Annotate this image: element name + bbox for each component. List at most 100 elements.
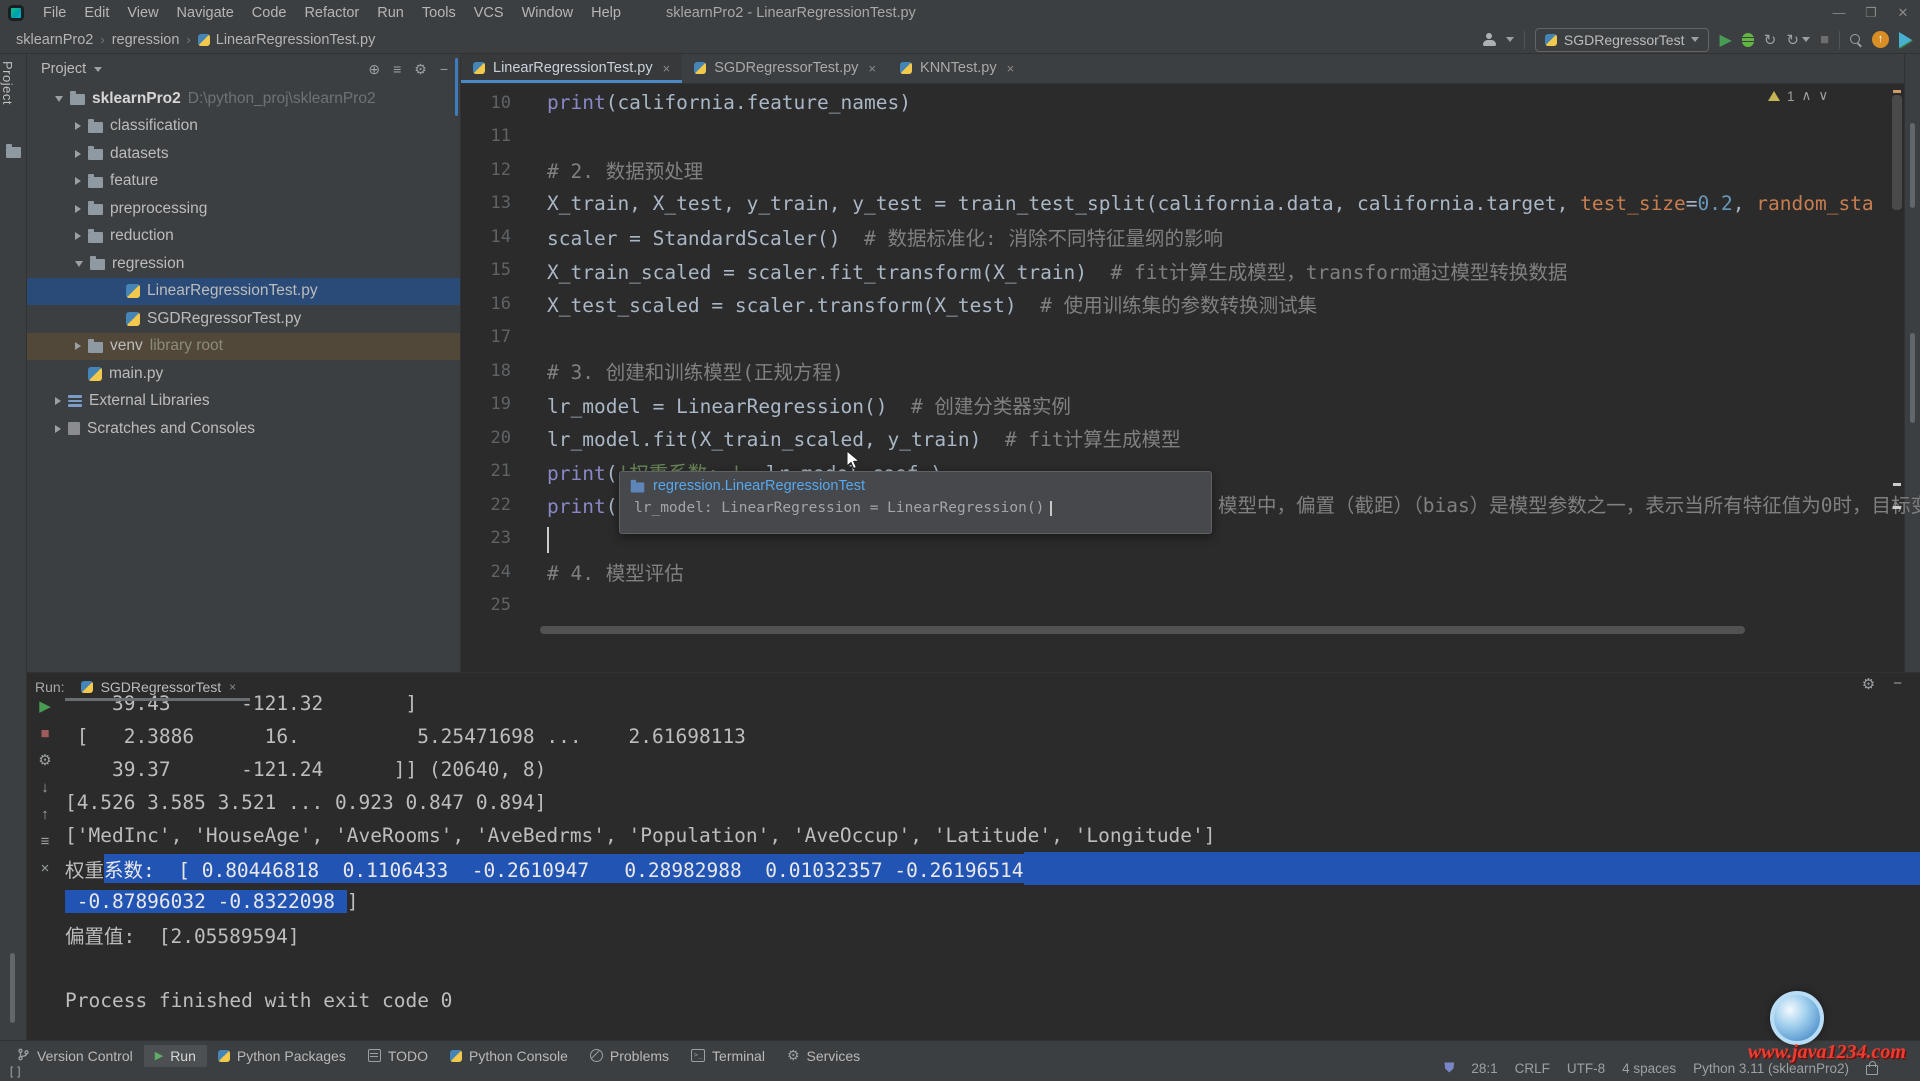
stop-icon[interactable]: ■: [40, 726, 49, 742]
lock-icon[interactable]: [1866, 1065, 1878, 1075]
menu-item-navigate[interactable]: Navigate: [168, 0, 243, 26]
tool-stripe-button[interactable]: [1910, 123, 1915, 208]
menu-item-vcs[interactable]: VCS: [465, 0, 513, 26]
locate-file-icon[interactable]: ⊕: [368, 61, 380, 78]
run-button[interactable]: ▶: [1719, 30, 1731, 50]
status-button-todo[interactable]: TODO: [357, 1045, 439, 1067]
editor-tab-linearregressiontest-py[interactable]: LinearRegressionTest.py×: [461, 53, 682, 83]
minimize-panel-icon[interactable]: −: [1893, 675, 1902, 693]
editor-line-24[interactable]: 24# 4. 模型评估: [461, 555, 1904, 589]
menu-item-view[interactable]: View: [118, 0, 167, 26]
menu-item-tools[interactable]: Tools: [413, 0, 465, 26]
tree-row-feature[interactable]: feature: [27, 168, 460, 196]
scroll-down-icon[interactable]: ↓: [41, 780, 49, 796]
chevron-right-icon[interactable]: [75, 122, 81, 130]
profiler-button[interactable]: ↻: [1764, 31, 1777, 49]
editor-line-17[interactable]: 17: [461, 321, 1904, 355]
tree-row-scratches-and-consoles[interactable]: Scratches and Consoles: [27, 415, 460, 443]
inspection-widget[interactable]: 1 ∧∨: [1768, 88, 1828, 104]
search-icon[interactable]: [1850, 34, 1862, 46]
editor-line-12[interactable]: 12# 2. 数据预处理: [461, 153, 1904, 187]
clear-icon[interactable]: ×: [41, 861, 50, 877]
menu-item-refactor[interactable]: Refactor: [295, 0, 368, 26]
tree-row-main-py[interactable]: main.py: [27, 360, 460, 388]
run-tab[interactable]: SGDRegressorTest ×: [81, 679, 237, 695]
collapse-all-icon[interactable]: ≡: [393, 61, 401, 77]
chevron-down-icon[interactable]: [55, 96, 63, 102]
tool-stripe-button[interactable]: [1910, 333, 1915, 423]
chevron-right-icon[interactable]: [75, 150, 81, 158]
gear-icon[interactable]: ⚙: [1862, 675, 1875, 693]
editor-line-18[interactable]: 18# 3. 创建和训练模型(正规方程): [461, 354, 1904, 388]
close-window-icon[interactable]: ✕: [1888, 0, 1918, 26]
hide-panel-icon[interactable]: −: [440, 61, 448, 77]
chevron-right-icon[interactable]: [75, 342, 81, 350]
tree-row-sklearnpro2[interactable]: sklearnPro2 D:\python_proj\sklearnPro2: [27, 85, 460, 113]
breadcrumb-item[interactable]: sklearnPro2: [16, 32, 93, 48]
status-button-python-console[interactable]: Python Console: [439, 1045, 579, 1067]
tree-row-external-libraries[interactable]: External Libraries: [27, 388, 460, 416]
editor-line-13[interactable]: 13X_train, X_test, y_train, y_test = tra…: [461, 187, 1904, 221]
editor[interactable]: LinearRegressionTest.py×SGDRegressorTest…: [461, 53, 1904, 672]
tool-stripe-project-button[interactable]: Project: [0, 61, 26, 105]
menu-item-code[interactable]: Code: [243, 0, 296, 26]
status-button-run[interactable]: ▶Run: [144, 1045, 207, 1067]
close-icon[interactable]: ×: [1007, 61, 1015, 76]
popup-namespace-link[interactable]: regression.LinearRegressionTest: [653, 478, 865, 494]
panel-scrollbar[interactable]: [455, 58, 458, 116]
chevron-right-icon[interactable]: [75, 205, 81, 213]
status-button-version-control[interactable]: Version Control: [6, 1045, 144, 1067]
breadcrumb-item[interactable]: LinearRegressionTest.py: [216, 32, 376, 48]
status-button-terminal[interactable]: >_Terminal: [680, 1045, 776, 1067]
status-button-problems[interactable]: Problems: [579, 1045, 680, 1067]
debug-button[interactable]: [1742, 33, 1754, 47]
status-info-item[interactable]: 28:1: [1471, 1061, 1497, 1076]
editor-line-14[interactable]: 14scaler = StandardScaler() # 数据标准化: 消除不…: [461, 220, 1904, 254]
editor-tab-knntest-py[interactable]: KNNTest.py×: [888, 53, 1026, 83]
chevron-down-icon[interactable]: [75, 261, 83, 267]
stop-button[interactable]: ■: [1820, 31, 1829, 48]
status-button-services[interactable]: ⚙Services: [776, 1044, 871, 1067]
menu-item-run[interactable]: Run: [368, 0, 413, 26]
editor-line-16[interactable]: 16X_test_scaled = scaler.transform(X_tes…: [461, 287, 1904, 321]
project-panel-header[interactable]: Project ⊕ ≡ ⚙ −: [27, 53, 460, 85]
tree-row-regression[interactable]: regression: [27, 250, 460, 278]
soft-wrap-icon[interactable]: ≡: [41, 834, 50, 850]
status-info-item[interactable]: CRLF: [1515, 1061, 1550, 1076]
code-area[interactable]: 10print(california.feature_names)1112# 2…: [461, 86, 1904, 672]
gear-icon[interactable]: ⚙: [414, 61, 427, 78]
menu-item-window[interactable]: Window: [513, 0, 583, 26]
close-icon[interactable]: ×: [229, 680, 236, 694]
editor-line-19[interactable]: 19lr_model = LinearRegression() # 创建分类器实…: [461, 388, 1904, 422]
plugin-icon[interactable]: [1899, 32, 1912, 48]
breadcrumb-item[interactable]: regression: [112, 32, 180, 48]
tree-row-linearregressiontest-py[interactable]: LinearRegressionTest.py: [27, 278, 460, 306]
coverage-button[interactable]: ↻: [1786, 31, 1810, 49]
user-icon[interactable]: [1483, 33, 1496, 46]
run-configuration-select[interactable]: SGDRegressorTest: [1535, 28, 1710, 52]
documentation-popup[interactable]: regression.LinearRegressionTest lr_model…: [619, 471, 1212, 534]
editor-line-11[interactable]: 11: [461, 120, 1904, 154]
editor-line-10[interactable]: 10print(california.feature_names): [461, 86, 1904, 120]
settings-icon[interactable]: ⚙: [38, 753, 51, 769]
rerun-icon[interactable]: ▶: [39, 699, 51, 715]
chevron-right-icon[interactable]: [55, 425, 61, 433]
chevron-right-icon[interactable]: [55, 397, 61, 405]
editor-line-25[interactable]: 25: [461, 589, 1904, 623]
status-info-item[interactable]: 4 spaces: [1622, 1061, 1676, 1076]
scroll-up-icon[interactable]: ↑: [41, 807, 49, 823]
chevron-right-icon[interactable]: [75, 177, 81, 185]
restore-window-icon[interactable]: ❐: [1856, 0, 1886, 26]
editor-line-20[interactable]: 20lr_model.fit(X_train_scaled, y_train) …: [461, 421, 1904, 455]
console-output[interactable]: 39.43 -121.32 ] [ 2.3886 16. 5.25471698 …: [65, 687, 1920, 1041]
editor-line-15[interactable]: 15X_train_scaled = scaler.fit_transform(…: [461, 254, 1904, 288]
vertical-scrollbar[interactable]: [1892, 95, 1902, 210]
tool-stripe-button[interactable]: [10, 953, 15, 1023]
chevron-right-icon[interactable]: [75, 232, 81, 240]
tree-row-datasets[interactable]: datasets: [27, 140, 460, 168]
tree-row-sgdregressortest-py[interactable]: SGDRegressorTest.py: [27, 305, 460, 333]
tree-row-reduction[interactable]: reduction: [27, 223, 460, 251]
status-info-item[interactable]: UTF-8: [1567, 1061, 1605, 1076]
pycharm-logo-icon[interactable]: [8, 5, 24, 21]
menu-item-edit[interactable]: Edit: [75, 0, 118, 26]
